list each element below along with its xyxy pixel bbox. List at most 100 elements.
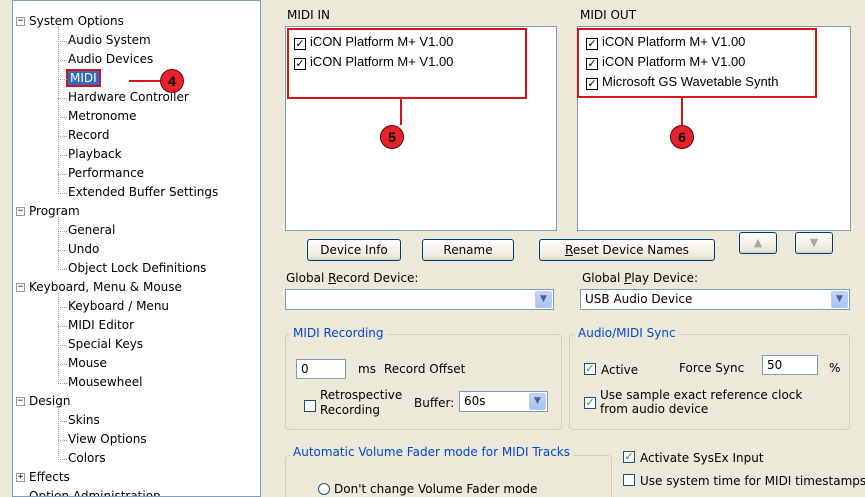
tree-connector [58, 383, 67, 384]
global-record-label-b: ecord Device: [335, 271, 419, 285]
tree-connector [58, 364, 67, 365]
tree-item[interactable]: MIDI Editor [68, 316, 134, 335]
tree-connector [58, 421, 67, 422]
tree-connector [58, 326, 67, 327]
sample-line2: from audio device [600, 402, 709, 416]
tree-item[interactable]: Object Lock Definitions [68, 259, 206, 278]
tree-item-label: Mousewheel [68, 375, 143, 389]
tree-item[interactable]: Audio Devices [68, 50, 153, 69]
tree-item[interactable]: Audio System [68, 31, 151, 50]
tree-connector [58, 98, 67, 99]
global-play-value: USB Audio Device [585, 292, 693, 306]
force-sync-label: Force Sync [679, 361, 745, 375]
fader-mode-title: Automatic Volume Fader mode for MIDI Tra… [290, 445, 574, 459]
tree-category[interactable]: Option Administration [29, 487, 161, 496]
options-tree[interactable]: − System Options Audio System Audio Devices… [12, 0, 261, 497]
callout-5: 5 [380, 125, 404, 149]
tree-connector [58, 440, 67, 441]
tree-category[interactable]: − System Options [16, 12, 124, 31]
tree-item[interactable]: Mouse [68, 354, 107, 373]
tree-item-label: Skins [68, 413, 100, 427]
device-info-button[interactable]: Device Info [307, 239, 401, 261]
chevron-down-icon[interactable]: ▼ [831, 291, 848, 308]
move-up-button[interactable]: ▲ [739, 232, 777, 254]
callout-5-leader [400, 99, 402, 125]
tree-category-label: Effects [29, 470, 70, 484]
sample-exact-clock-checkbox[interactable]: ✓ [584, 397, 596, 409]
tree-item[interactable]: Performance [68, 164, 144, 183]
rename-button[interactable]: Rename [422, 239, 514, 261]
reset-device-names-button[interactable]: Reset Device Names [539, 239, 715, 261]
callout-6: 6 [670, 125, 694, 149]
system-time-timestamps-checkbox[interactable] [623, 474, 635, 486]
tree-category-label: Design [29, 394, 71, 408]
tree-category-label: Keyboard, Menu & Mouse [29, 280, 182, 294]
chevron-down-icon[interactable]: ▼ [529, 393, 546, 410]
global-record-label-a: Global [286, 271, 329, 285]
collapse-icon[interactable]: − [16, 207, 25, 216]
tree-connector [58, 459, 67, 460]
tree-category[interactable]: − Design [16, 392, 71, 411]
tree-item[interactable]: Record [68, 126, 109, 145]
tree-category[interactable]: − Keyboard, Menu & Mouse [16, 278, 182, 297]
active-checkbox[interactable]: ✓ [584, 363, 596, 375]
expand-icon[interactable]: + [16, 473, 25, 482]
tree-item[interactable]: Special Keys [68, 335, 143, 354]
tree-category[interactable]: + Effects [16, 468, 70, 487]
radio-button[interactable] [318, 483, 330, 495]
global-play-device-select[interactable]: USB Audio Device ▼ [580, 289, 850, 310]
tree-item[interactable]: Playback [68, 145, 122, 164]
tree-connector [58, 250, 67, 251]
tree-item-label: MIDI Editor [68, 318, 134, 332]
audio-midi-sync-title: Audio/MIDI Sync [575, 326, 679, 340]
move-down-button[interactable]: ▼ [795, 232, 833, 254]
record-offset-input[interactable]: 0 [296, 359, 346, 379]
midi-out-label: MIDI OUT [580, 8, 637, 22]
tree-connector [58, 293, 59, 384]
tree-category-label: System Options [29, 14, 124, 28]
tree-item[interactable]: MIDI [66, 69, 101, 88]
activate-sysex-label: Activate SysEx Input [640, 451, 764, 465]
buffer-select[interactable]: 60s ▼ [459, 391, 548, 412]
tree-item[interactable]: Metronome [68, 107, 136, 126]
chevron-down-icon[interactable]: ▼ [535, 291, 552, 308]
sample-line1: Use sample exact reference clock [600, 388, 803, 402]
collapse-icon[interactable]: − [16, 17, 25, 26]
tree-item-label: Object Lock Definitions [68, 261, 207, 275]
collapse-icon[interactable]: − [16, 283, 25, 292]
callout-4: 4 [160, 69, 184, 93]
tree-category[interactable]: − Program [16, 202, 80, 221]
collapse-icon[interactable]: − [16, 397, 25, 406]
tree-connector [58, 41, 67, 42]
activate-sysex-checkbox[interactable]: ✓ [623, 451, 635, 463]
tree-item[interactable]: View Options [68, 430, 147, 449]
callout-4-leader [129, 80, 161, 82]
global-record-device-select[interactable]: ▼ [285, 289, 554, 310]
tree-item[interactable]: Keyboard / Menu [68, 297, 169, 316]
callout-6-leader [681, 98, 683, 125]
retrospective-recording-label: Retrospective Recording [320, 388, 402, 418]
tree-item[interactable]: Undo [68, 240, 99, 259]
tree-connector [58, 345, 67, 346]
tree-item-label: Keyboard / Menu [68, 299, 170, 313]
fader-option-dont-change[interactable]: Don't change Volume Fader mode [318, 482, 537, 496]
tree-item-label: Mouse [68, 356, 107, 370]
tree-item[interactable]: Extended Buffer Settings [68, 183, 218, 202]
midi-in-label: MIDI IN [287, 8, 331, 22]
tree-connector [58, 27, 59, 194]
tree-item-label: Audio System [68, 33, 151, 47]
global-record-label: Global Record Device: [286, 271, 418, 285]
tree-item[interactable]: Mousewheel [68, 373, 142, 392]
tree-item[interactable]: Colors [68, 449, 106, 468]
tree-item[interactable]: Skins [68, 411, 100, 430]
force-sync-input[interactable]: 50 [762, 355, 818, 375]
tree-item-label: Extended Buffer Settings [68, 185, 219, 199]
midi-recording-title: MIDI Recording [290, 326, 387, 340]
midi-in-highlight [287, 28, 527, 99]
tree-connector [58, 155, 67, 156]
global-play-label: Global Play Device: [582, 271, 698, 285]
tree-connector [58, 193, 67, 194]
retrospective-recording-checkbox[interactable] [304, 400, 316, 412]
global-record-mnemonic: R [328, 271, 336, 285]
tree-item[interactable]: General [68, 221, 115, 240]
